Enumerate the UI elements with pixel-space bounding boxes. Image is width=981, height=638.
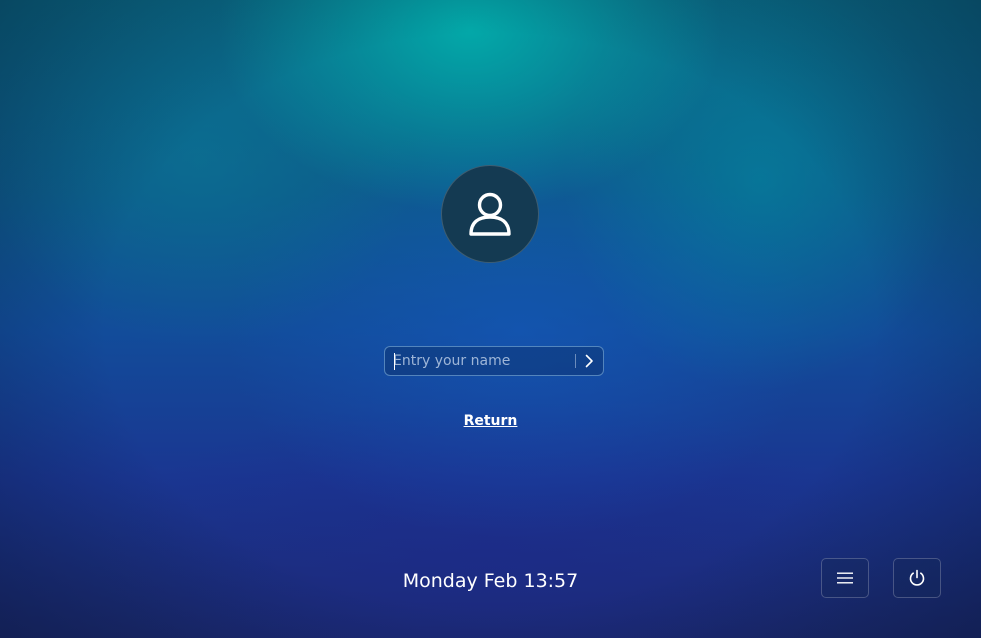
hamburger-menu-icon bbox=[837, 572, 853, 584]
chevron-right-icon bbox=[586, 354, 594, 368]
user-icon bbox=[469, 192, 511, 236]
submit-button[interactable] bbox=[576, 347, 603, 375]
username-input[interactable] bbox=[385, 347, 575, 375]
text-caret bbox=[394, 353, 395, 370]
username-field-group bbox=[384, 346, 604, 376]
return-link-row: Return bbox=[0, 413, 981, 429]
user-avatar bbox=[441, 165, 539, 263]
wallpaper-background bbox=[0, 0, 981, 638]
menu-button[interactable] bbox=[821, 558, 869, 598]
power-icon bbox=[909, 569, 925, 586]
return-link[interactable]: Return bbox=[464, 413, 518, 429]
power-button[interactable] bbox=[893, 558, 941, 598]
